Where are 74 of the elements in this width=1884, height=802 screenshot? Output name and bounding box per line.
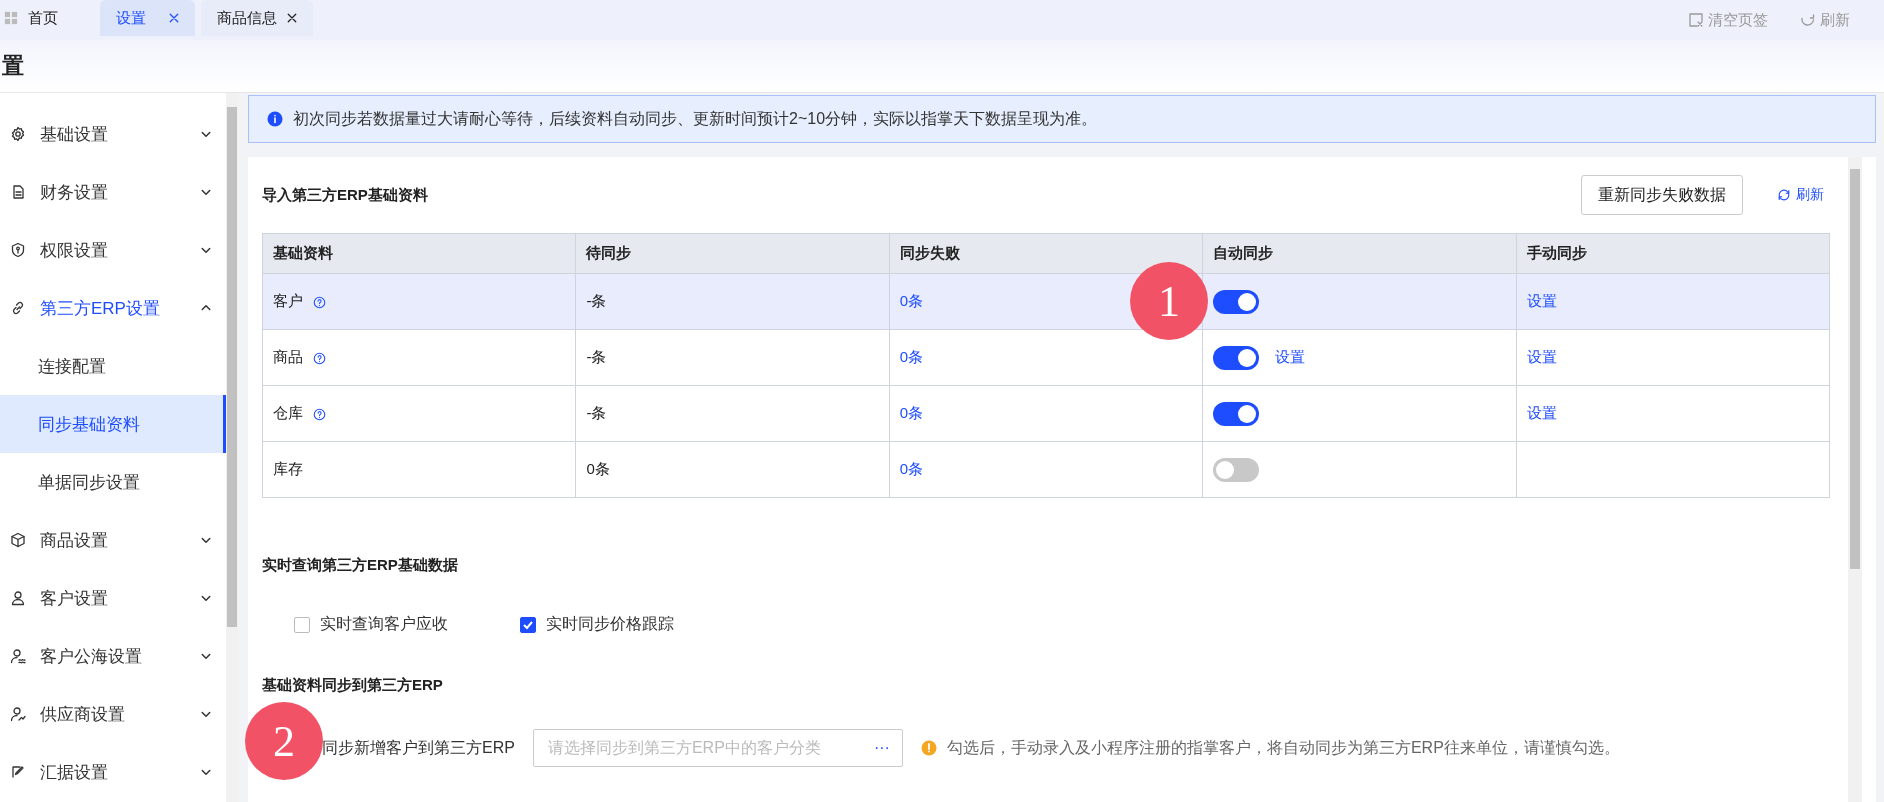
- sidebar-item[interactable]: 第三方ERP设置: [0, 279, 226, 337]
- scrollbar-thumb[interactable]: [227, 107, 237, 627]
- settings-link[interactable]: 设置: [1526, 348, 1557, 367]
- column-header: 手动同步: [1516, 233, 1830, 274]
- box-icon: [10, 532, 26, 548]
- table-cell: -条: [575, 273, 890, 330]
- table-cell: 商品: [262, 329, 576, 386]
- tab[interactable]: 首页: [0, 0, 74, 36]
- person-icon: [10, 706, 26, 722]
- link-icon: [10, 300, 26, 316]
- section-title: 基础资料同步到第三方ERP: [262, 676, 444, 695]
- section-title: 实时查询第三方ERP基础数据: [262, 556, 459, 575]
- table-cell: 客户: [262, 273, 576, 330]
- refresh-icon: [1777, 188, 1791, 202]
- sidebar-item[interactable]: 汇据设置: [0, 743, 226, 801]
- settings-link[interactable]: 设置: [1275, 348, 1306, 367]
- column-header: 待同步: [575, 233, 890, 274]
- page-title: 置: [2, 52, 24, 80]
- close-icon: [169, 13, 179, 23]
- toggle-switch[interactable]: [1213, 289, 1260, 314]
- sidebar-item[interactable]: 商品设置: [0, 511, 226, 569]
- sidebar-item[interactable]: 客户公海设置: [0, 627, 226, 685]
- checkbox-option[interactable]: 实时同步价格跟踪: [514, 613, 680, 636]
- table-cell: 库存: [262, 441, 576, 498]
- checkbox[interactable]: [294, 616, 310, 633]
- close-icon: [287, 13, 297, 23]
- refresh-icon: [1800, 12, 1816, 28]
- refresh-link[interactable]: 刷新: [1771, 185, 1830, 205]
- clear-tabs-icon: [1688, 12, 1704, 28]
- sidebar-item[interactable]: 供应商设置: [0, 685, 226, 743]
- grid-icon: [4, 11, 18, 25]
- tab[interactable]: 设置: [100, 0, 195, 36]
- warning-icon: [920, 740, 937, 756]
- shield-icon: [10, 242, 26, 258]
- checkbox-option[interactable]: 实时查询客户应收: [288, 613, 454, 636]
- sidebar-item[interactable]: 权限设置: [0, 221, 226, 279]
- person-icon: [10, 590, 26, 606]
- document-icon: [10, 184, 26, 200]
- more-button[interactable]: ···: [873, 739, 890, 757]
- failed-count-link[interactable]: 0条: [899, 404, 924, 423]
- toggle-switch[interactable]: [1213, 457, 1260, 482]
- field-label: 同步新增客户到第三方ERP: [322, 737, 515, 758]
- failed-count-link[interactable]: 0条: [899, 348, 924, 367]
- toggle-switch[interactable]: [1213, 401, 1260, 426]
- notice-text: 初次同步若数据量过大请耐心等待，后续资料自动同步、更新时间预计2~10分钟，实际以指掌天下数据呈现为准。: [293, 108, 1098, 129]
- failed-count-link[interactable]: 0条: [899, 292, 924, 311]
- sidebar-subitem[interactable]: 连接配置: [0, 337, 226, 395]
- settings-link[interactable]: 设置: [1526, 404, 1557, 423]
- sidebar-subitem[interactable]: 单据同步设置: [0, 453, 226, 511]
- section-title: 导入第三方ERP基础资料: [262, 185, 429, 205]
- table-cell: -条: [575, 385, 890, 442]
- settings-link[interactable]: 设置: [1526, 292, 1557, 311]
- tab[interactable]: 商品信息: [201, 0, 313, 36]
- gear-icon: [10, 126, 26, 142]
- category-select-field[interactable]: 请选择同步到第三方ERP中的客户分类 ···: [532, 729, 903, 767]
- column-header: 同步失败: [889, 233, 1203, 274]
- failed-count-link[interactable]: 0条: [899, 460, 924, 479]
- retry-button[interactable]: 重新同步失败数据: [1581, 175, 1743, 215]
- sidebar-item[interactable]: 客户设置: [0, 569, 226, 627]
- checkbox[interactable]: [520, 616, 536, 633]
- column-header: 自动同步: [1202, 233, 1517, 274]
- column-header: 基础资料: [262, 233, 576, 274]
- sidebar-item[interactable]: 财务设置: [0, 163, 226, 221]
- person-icon: [10, 648, 26, 664]
- warning-text: 勾选后，手动录入及小程序注册的指掌客户，将自动同步为第三方ERP往来单位，请谨慎勾选。: [946, 737, 1620, 758]
- table-cell: -条: [575, 329, 890, 386]
- edit-icon: [10, 764, 26, 780]
- sidebar-subitem[interactable]: 同步基础资料: [0, 395, 226, 453]
- toggle-switch[interactable]: [1213, 345, 1260, 370]
- table-cell: 0条: [575, 441, 890, 498]
- sidebar-item[interactable]: 基础设置: [0, 105, 226, 163]
- info-icon: [267, 111, 283, 127]
- scrollbar-thumb[interactable]: [1850, 169, 1860, 569]
- table-cell: 仓库: [262, 385, 576, 442]
